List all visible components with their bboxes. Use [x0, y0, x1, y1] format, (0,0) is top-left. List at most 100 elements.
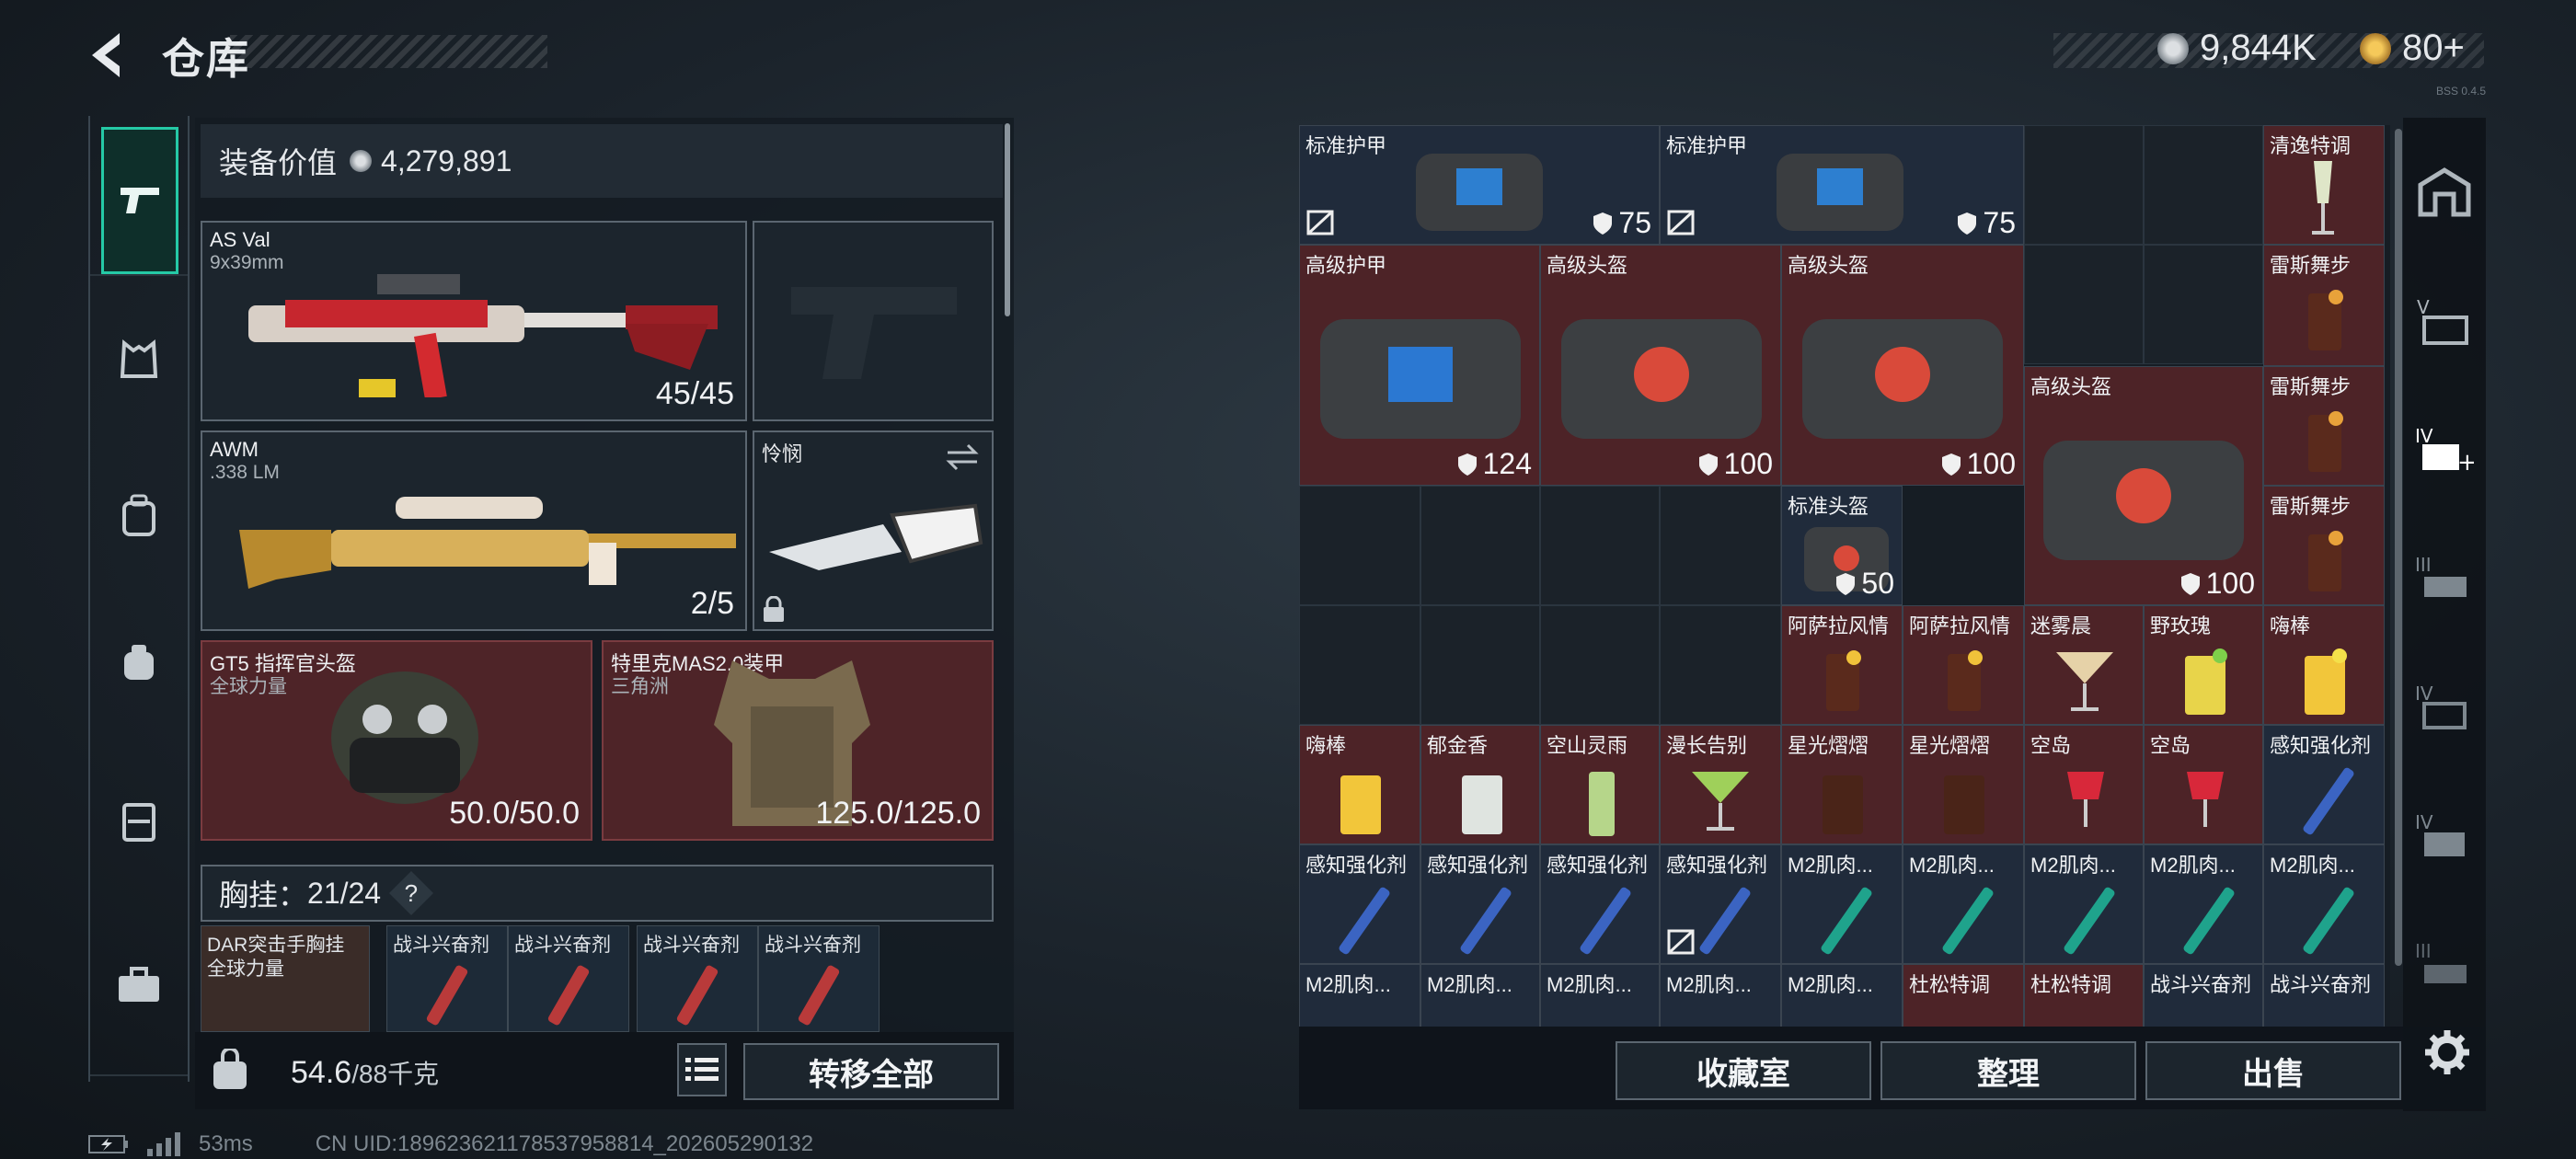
- grid-item-m2-muscle[interactable]: M2肌肉...: [1660, 964, 1781, 1027]
- highball-glass-icon: [1823, 775, 1863, 834]
- grid-item-perception-enhancer[interactable]: 感知强化剂: [1540, 844, 1660, 964]
- grid-item-cocktail[interactable]: 嗨棒: [1299, 725, 1420, 844]
- primary-weapon-slot[interactable]: AS Val 9x39mm 45/45: [201, 221, 747, 421]
- back-button[interactable]: [85, 28, 140, 83]
- grid-item-cocktail[interactable]: 清逸特调: [2263, 125, 2385, 245]
- grid-item-standard-armor[interactable]: 标准护甲 75: [1299, 125, 1660, 245]
- transfer-all-button[interactable]: 转移全部: [743, 1043, 999, 1100]
- chest-rig-item[interactable]: 战斗兴奋剂: [637, 925, 758, 1032]
- rail-tab-v[interactable]: V: [2410, 289, 2478, 353]
- grid-item-cocktail[interactable]: 杜松特调: [1903, 964, 2024, 1027]
- empty-cell[interactable]: [2024, 245, 2144, 364]
- grid-item-cocktail[interactable]: 杜松特调: [2024, 964, 2144, 1027]
- warehouse-scrollbar[interactable]: [2395, 129, 2402, 966]
- grid-item-m2-muscle[interactable]: M2肌肉...: [2024, 844, 2144, 964]
- storage-iv-folder-icon: IV: [2415, 811, 2465, 856]
- body-armor-slot[interactable]: 特里克MAS2.0装甲 三角洲 125.0/125.0: [602, 640, 994, 841]
- rail-tab-iii[interactable]: III: [2410, 546, 2478, 611]
- grid-item-advanced-helmet[interactable]: 高级头盔 100: [1540, 245, 1781, 486]
- empty-cell[interactable]: [1540, 605, 1660, 725]
- empty-cell[interactable]: [1420, 486, 1540, 605]
- empty-cell[interactable]: [2144, 245, 2263, 364]
- currency-premium[interactable]: 80+: [2360, 28, 2465, 69]
- currency-hafcoin[interactable]: 9,844K: [2157, 28, 2317, 69]
- empty-cell[interactable]: [1420, 605, 1540, 725]
- loadout-scrollbar[interactable]: [1005, 123, 1010, 316]
- grid-item-combat-stim[interactable]: 战斗兴奋剂: [2144, 964, 2263, 1027]
- grid-item-cocktail[interactable]: 空岛: [2144, 725, 2263, 844]
- sidebar-item-toolbox[interactable]: [99, 916, 178, 1054]
- svg-text:+: +: [2457, 449, 2474, 476]
- no-insurance-icon: [1667, 929, 1695, 955]
- empty-cell[interactable]: [1299, 486, 1420, 605]
- collection-room-button[interactable]: 收藏室: [1616, 1041, 1871, 1100]
- sidebar-item-backpack[interactable]: [99, 447, 178, 585]
- grid-item-cocktail[interactable]: 空岛: [2024, 725, 2144, 844]
- grid-item-m2-muscle[interactable]: M2肌肉...: [1781, 964, 1903, 1027]
- grid-item-combat-stim[interactable]: 战斗兴奋剂: [2263, 964, 2385, 1027]
- grid-item-m2-muscle[interactable]: M2肌肉...: [1420, 964, 1540, 1027]
- grid-item-perception-enhancer[interactable]: 感知强化剂: [1299, 844, 1420, 964]
- pouch-icon: [124, 645, 154, 680]
- chest-rig-slot[interactable]: DAR突击手胸挂 全球力量: [201, 925, 370, 1032]
- chest-rig-item[interactable]: 战斗兴奋剂: [758, 925, 880, 1032]
- grid-item-cocktail[interactable]: 雷斯舞步: [2263, 486, 2385, 605]
- melee-slot[interactable]: 怜悯: [753, 430, 994, 631]
- sidebar-item-weapons[interactable]: [101, 127, 178, 274]
- grid-item-m2-muscle[interactable]: M2肌肉...: [1299, 964, 1420, 1027]
- empty-cell[interactable]: [1299, 605, 1420, 725]
- secondary-weapon-slot[interactable]: AWM .338 LM 2/5: [201, 430, 747, 631]
- carry-weight: 54.6/88千克: [291, 1054, 439, 1091]
- syringe-icon: [2303, 767, 2354, 835]
- grid-item-perception-enhancer[interactable]: 感知强化剂: [1660, 844, 1781, 964]
- grid-item-standard-helmet[interactable]: 标准头盔 50: [1781, 486, 1903, 605]
- grid-item-cocktail[interactable]: 雷斯舞步: [2263, 366, 2385, 486]
- grid-item-m2-muscle[interactable]: M2肌肉...: [2144, 844, 2263, 964]
- sidebar-item-pouch[interactable]: [99, 594, 178, 732]
- rail-tab-iv-add[interactable]: IV +: [2410, 418, 2478, 482]
- rail-tab-safehouse[interactable]: [2410, 160, 2478, 224]
- grid-item-cocktail[interactable]: 空山灵雨: [1540, 725, 1660, 844]
- empty-cell[interactable]: [2144, 125, 2263, 245]
- grid-item-advanced-helmet[interactable]: 高级头盔 100: [2024, 366, 2263, 605]
- sidebar-item-chest-rig[interactable]: [99, 291, 178, 429]
- grid-item-advanced-helmet[interactable]: 高级头盔 100: [1781, 245, 2024, 486]
- grid-item-perception-enhancer[interactable]: 感知强化剂: [1420, 844, 1540, 964]
- rail-tab-iii-bed[interactable]: III: [2410, 933, 2478, 997]
- grid-item-m2-muscle[interactable]: M2肌肉...: [1903, 844, 2024, 964]
- rail-tab-iv[interactable]: IV: [2410, 675, 2478, 740]
- grid-item-cocktail[interactable]: 阿萨拉风情: [1903, 605, 2024, 725]
- grid-item-m2-muscle[interactable]: M2肌肉...: [2263, 844, 2385, 964]
- sidebar-item-container[interactable]: [99, 751, 178, 889]
- helmet-slot[interactable]: GT5 指挥官头盔 全球力量 50.0/50.0: [201, 640, 592, 841]
- grid-item-perception-enhancer[interactable]: 感知强化剂: [2263, 725, 2385, 844]
- sell-button[interactable]: 出售: [2145, 1041, 2401, 1100]
- help-icon[interactable]: ?: [389, 870, 434, 916]
- list-view-button[interactable]: [677, 1043, 727, 1096]
- grid-item-cocktail[interactable]: 阿萨拉风情: [1781, 605, 1903, 725]
- empty-cell[interactable]: [1660, 486, 1781, 605]
- grid-item-cocktail[interactable]: 漫长告别: [1660, 725, 1781, 844]
- premium-coin-icon: [2360, 32, 2391, 64]
- grid-item-cocktail[interactable]: 迷雾晨: [2024, 605, 2144, 725]
- sidearm-slot-empty[interactable]: [753, 221, 994, 421]
- swap-icon[interactable]: [944, 442, 981, 473]
- grid-item-cocktail[interactable]: 野玫瑰: [2144, 605, 2263, 725]
- chest-rig-item[interactable]: 战斗兴奋剂: [386, 925, 508, 1032]
- grid-item-cocktail[interactable]: 星光熠熠: [1781, 725, 1903, 844]
- grid-item-cocktail[interactable]: 郁金香: [1420, 725, 1540, 844]
- empty-cell[interactable]: [1540, 486, 1660, 605]
- grid-item-advanced-armor[interactable]: 高级护甲 124: [1299, 245, 1540, 486]
- organize-button[interactable]: 整理: [1880, 1041, 2136, 1100]
- grid-item-m2-muscle[interactable]: M2肌肉...: [1540, 964, 1660, 1027]
- settings-button[interactable]: [2421, 1027, 2473, 1078]
- grid-item-cocktail[interactable]: 星光熠熠: [1903, 725, 2024, 844]
- empty-cell[interactable]: [2024, 125, 2144, 245]
- grid-item-standard-armor[interactable]: 标准护甲 75: [1660, 125, 2024, 245]
- grid-item-m2-muscle[interactable]: M2肌肉...: [1781, 844, 1903, 964]
- grid-item-cocktail[interactable]: 雷斯舞步: [2263, 245, 2385, 366]
- rail-tab-iv-folder[interactable]: IV: [2410, 804, 2478, 868]
- empty-cell[interactable]: [1660, 605, 1781, 725]
- chest-rig-item[interactable]: 战斗兴奋剂: [508, 925, 629, 1032]
- grid-item-cocktail[interactable]: 嗨棒: [2263, 605, 2385, 725]
